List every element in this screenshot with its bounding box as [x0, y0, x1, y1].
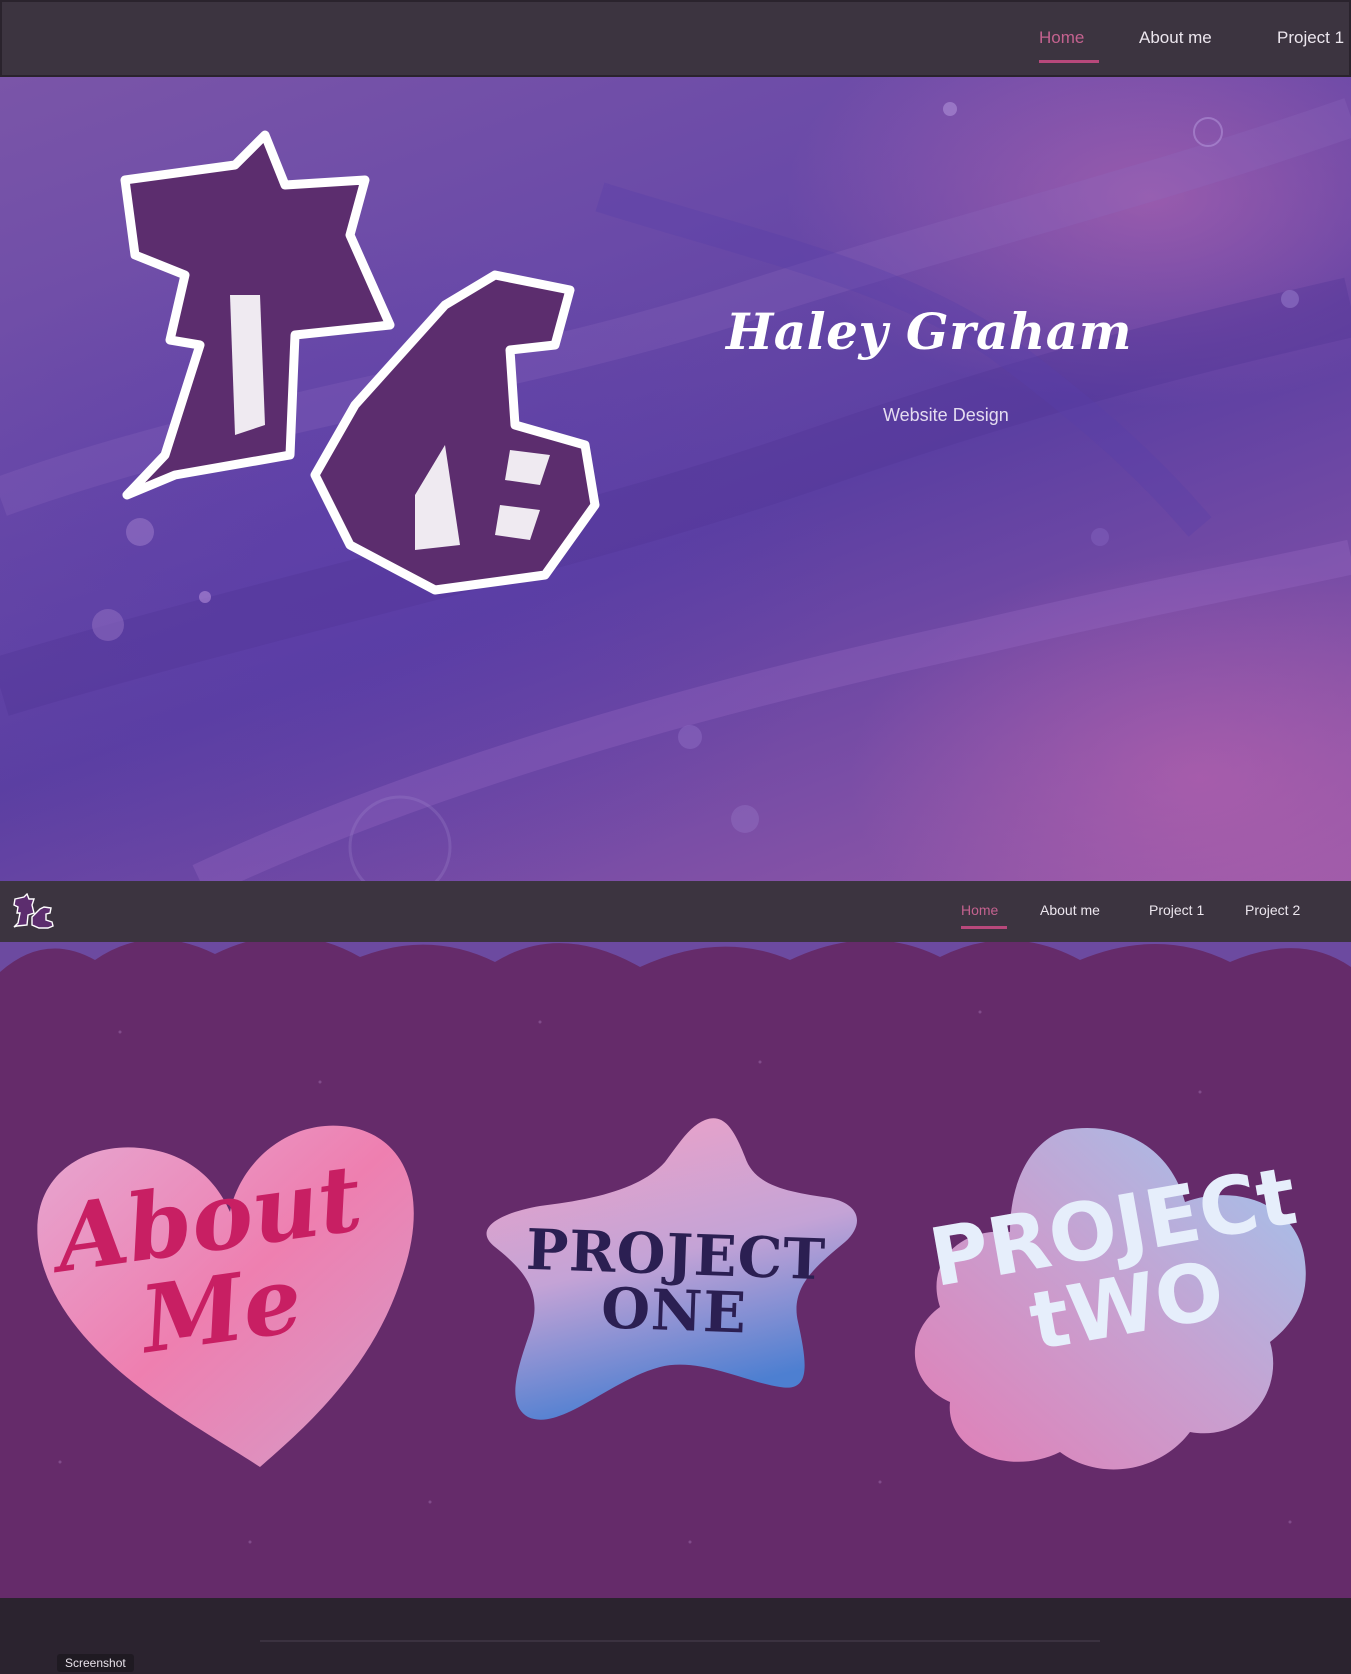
hero-title: Haley Graham — [726, 302, 1132, 361]
sticky-navbar: Home About me Project 1 Project 2 — [0, 881, 1351, 942]
hg-small-logo[interactable] — [12, 893, 56, 929]
active-nav-underline — [1039, 60, 1099, 63]
screenshot-label: Screenshot — [57, 1654, 134, 1672]
page-footer: Screenshot — [0, 1598, 1351, 1674]
hg-monogram-logo — [120, 130, 600, 595]
project-one-sticker-label[interactable]: PROJECT ONE — [498, 1217, 852, 1347]
hero-section: Haley Graham Website Design — [0, 77, 1351, 881]
nav-home-link[interactable]: Home — [1039, 28, 1084, 48]
nav-project1-link[interactable]: Project 1 — [1277, 28, 1344, 48]
subnav-home-link[interactable]: Home — [961, 902, 998, 918]
hero-subtitle: Website Design — [883, 405, 1009, 425]
subnav-project1-link[interactable]: Project 1 — [1149, 902, 1204, 918]
subnav-about-link[interactable]: About me — [1040, 902, 1100, 918]
subnav-active-underline — [961, 926, 1007, 929]
top-navbar: Home About me Project 1 — [0, 0, 1351, 77]
footer-divider — [260, 1640, 1100, 1642]
subnav-project2-link[interactable]: Project 2 — [1245, 902, 1300, 918]
project-stickers-section: About Me PROJECT ONE PROJECt tWO — [0, 942, 1351, 1598]
nav-about-link[interactable]: About me — [1139, 28, 1212, 48]
